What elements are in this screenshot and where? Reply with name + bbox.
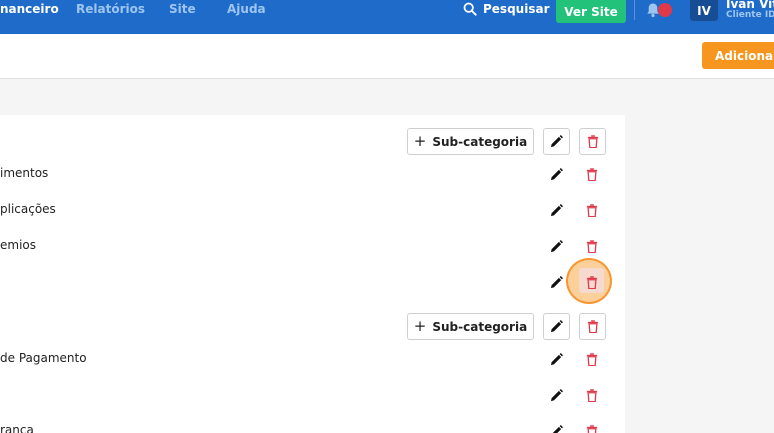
delete-item-button[interactable] — [582, 272, 602, 292]
client-id: Cliente ID: — [726, 10, 774, 20]
delete-item-button[interactable] — [582, 236, 602, 256]
trash-icon — [586, 352, 598, 366]
delete-item-button[interactable] — [582, 164, 602, 184]
page-subheader: Adicionar c — [0, 34, 774, 79]
trash-icon — [587, 135, 598, 148]
edit-item-button[interactable] — [546, 421, 566, 433]
add-subcategory-label: Sub-categoria — [432, 134, 528, 149]
pencil-icon — [550, 239, 563, 252]
pencil-icon — [550, 320, 563, 333]
nav-item-site[interactable]: Site — [169, 2, 196, 16]
trash-icon — [586, 203, 598, 217]
nav-item-relatorios[interactable]: Relatórios — [76, 2, 145, 16]
pencil-icon — [550, 135, 563, 148]
nav-item-ajuda[interactable]: Ajuda — [227, 2, 266, 16]
plus-icon: + — [413, 317, 427, 335]
list-item: de Pagamento — [0, 351, 87, 365]
list-item: imentos — [0, 166, 49, 180]
trash-icon — [586, 424, 598, 433]
edit-item-button[interactable] — [546, 164, 566, 184]
search-button[interactable]: Pesquisar — [463, 1, 549, 17]
add-subcategory-button[interactable]: + Sub-categoria — [407, 128, 534, 155]
list-item: rança — [0, 423, 34, 433]
edit-item-button[interactable] — [546, 272, 566, 292]
top-nav: nanceiro Relatórios Site Ajuda Pesquisar… — [0, 0, 774, 34]
pencil-icon — [550, 167, 563, 180]
search-label: Pesquisar — [483, 2, 550, 16]
avatar[interactable]: IV — [690, 0, 718, 21]
notification-badge — [658, 3, 672, 17]
delete-item-button[interactable] — [582, 385, 602, 405]
delete-item-button[interactable] — [582, 200, 602, 220]
pencil-icon — [550, 275, 563, 288]
trash-icon — [586, 388, 598, 402]
add-button[interactable]: Adicionar c — [702, 42, 774, 69]
plus-icon: + — [413, 132, 427, 150]
nav-divider — [634, 0, 635, 20]
delete-category-button[interactable] — [579, 313, 606, 340]
delete-item-button[interactable] — [582, 421, 602, 433]
edit-item-button[interactable] — [546, 200, 566, 220]
edit-category-button[interactable] — [543, 313, 570, 340]
nav-item-financeiro[interactable]: nanceiro — [0, 2, 59, 16]
list-item: plicações — [0, 202, 56, 216]
search-icon — [463, 2, 477, 16]
trash-icon — [587, 320, 598, 333]
pencil-icon — [550, 352, 563, 365]
trash-icon — [586, 239, 598, 253]
trash-icon — [586, 167, 598, 181]
edit-item-button[interactable] — [546, 236, 566, 256]
edit-item-button[interactable] — [546, 349, 566, 369]
category-card — [0, 115, 625, 433]
pencil-icon — [550, 388, 563, 401]
edit-item-button[interactable] — [546, 385, 566, 405]
add-subcategory-button[interactable]: + Sub-categoria — [407, 313, 534, 340]
delete-category-button[interactable] — [579, 128, 606, 155]
list-item: emios — [0, 238, 36, 252]
pencil-icon — [551, 424, 563, 433]
view-site-button[interactable]: Ver Site — [556, 0, 626, 23]
trash-icon — [586, 275, 598, 289]
delete-item-button[interactable] — [582, 349, 602, 369]
pencil-icon — [550, 203, 563, 216]
edit-category-button[interactable] — [543, 128, 570, 155]
add-subcategory-label: Sub-categoria — [432, 319, 528, 334]
